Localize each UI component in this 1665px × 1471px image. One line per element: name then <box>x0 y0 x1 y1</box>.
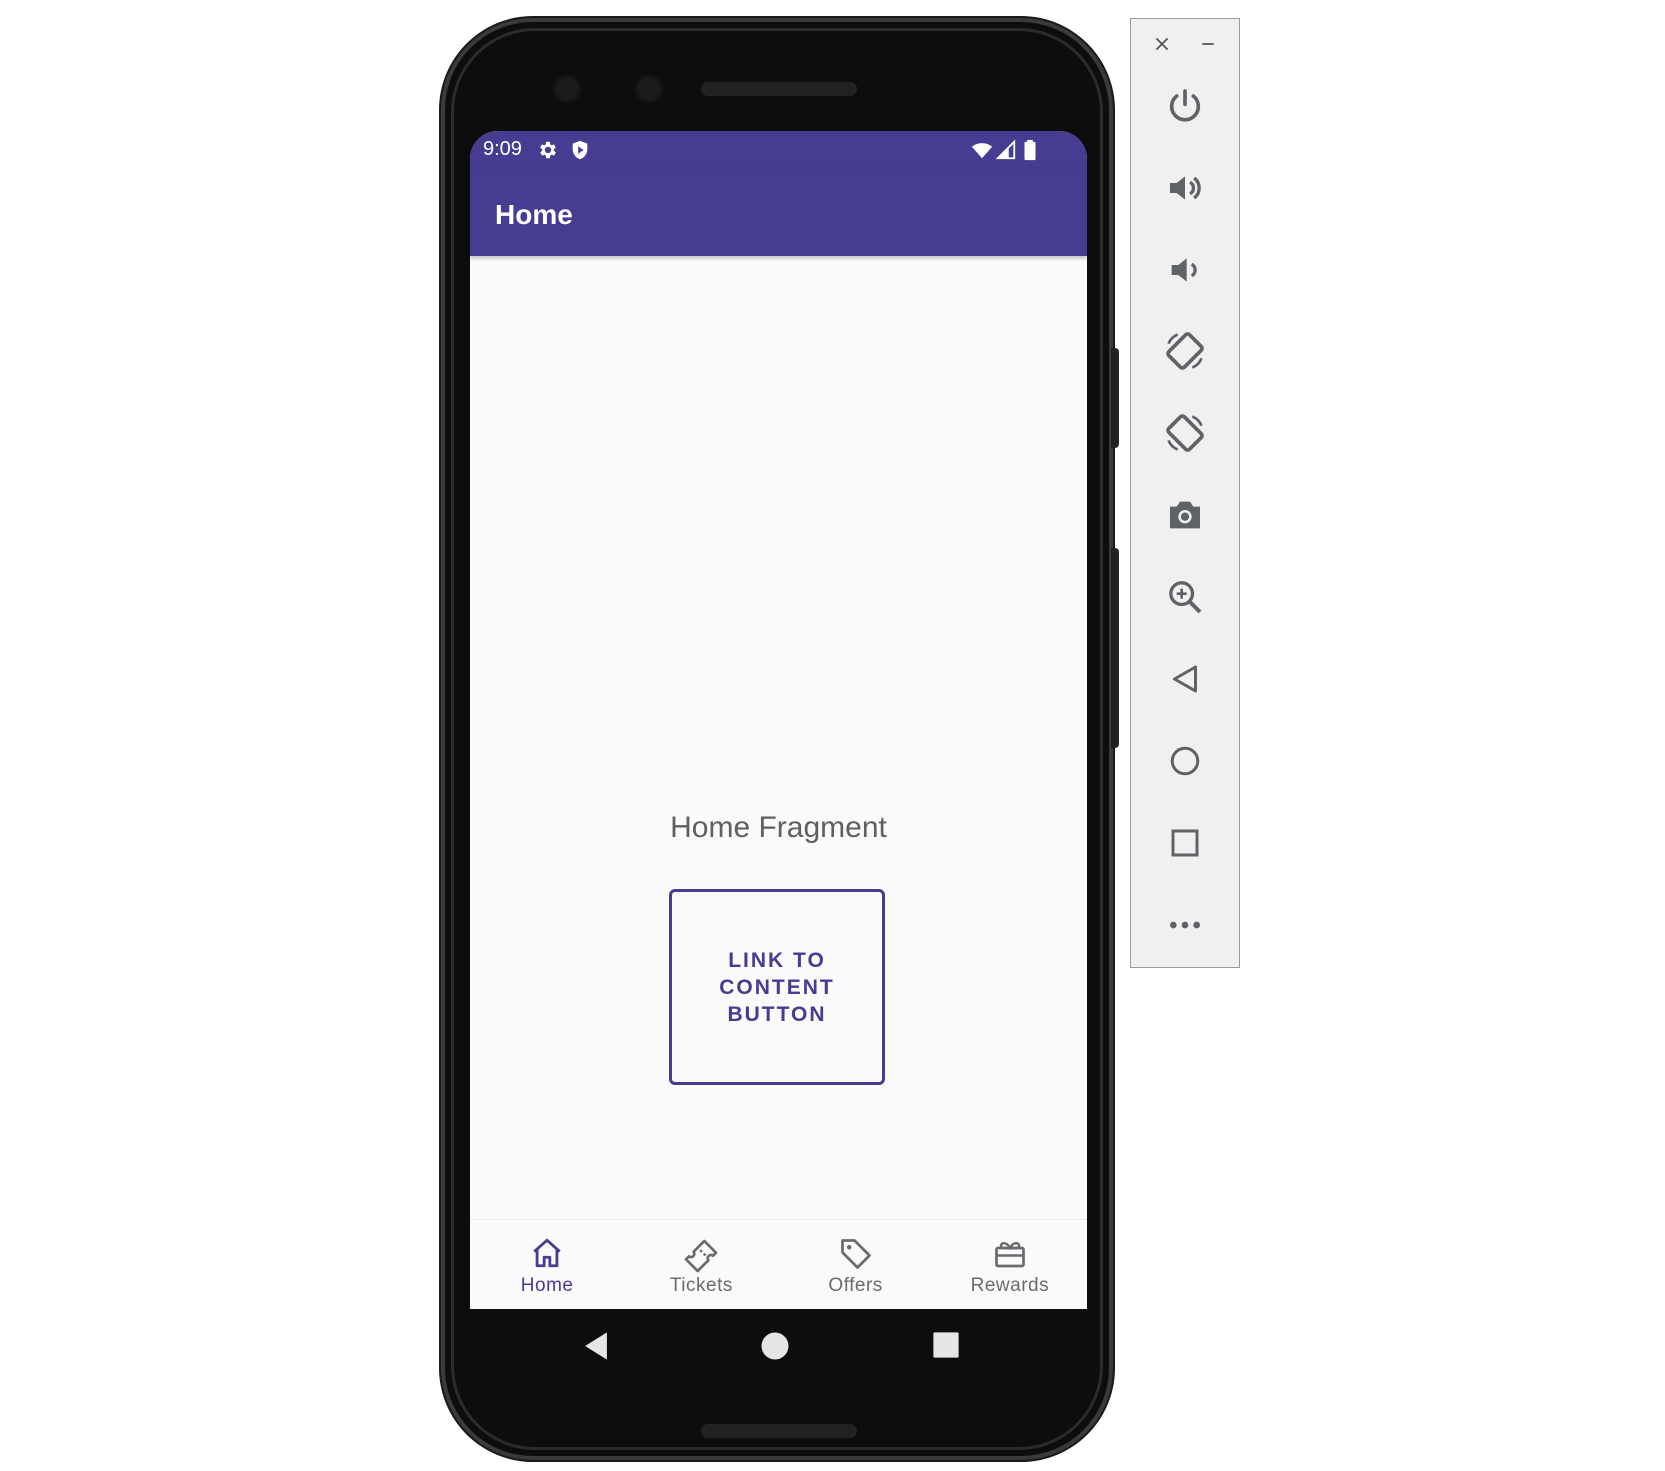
battery-icon <box>1024 139 1036 161</box>
home-button[interactable] <box>1161 737 1209 785</box>
status-bar: 9:09 <box>470 131 1087 169</box>
power-icon <box>1169 89 1201 122</box>
back-icon <box>1173 665 1197 693</box>
phone-frame: 9:09 Home Home Fragment LINK TO CONTENT … <box>441 18 1119 1460</box>
power-side-button[interactable] <box>1111 548 1119 748</box>
link-to-content-button-label: LINK TO CONTENT BUTTON <box>719 948 835 1026</box>
panel-window-controls <box>1131 31 1239 57</box>
close-icon[interactable] <box>1153 35 1171 53</box>
screenshot-button[interactable] <box>1161 491 1209 539</box>
bottom-speaker <box>701 1424 857 1438</box>
cell-signal-icon <box>995 139 1016 160</box>
home-icon <box>533 1238 561 1268</box>
overview-button[interactable] <box>1161 819 1209 867</box>
nav-item-tickets[interactable]: Tickets <box>624 1220 778 1309</box>
gift-icon <box>995 1242 1025 1268</box>
nav-item-rewards[interactable]: Rewards <box>933 1220 1087 1309</box>
zoom-icon <box>1169 581 1202 614</box>
ticket-icon <box>685 1239 718 1273</box>
camera-icon <box>1170 501 1200 529</box>
home-icon <box>1170 746 1200 776</box>
wifi-icon <box>971 143 993 159</box>
status-time: 9:09 <box>483 138 522 160</box>
phone-screen: 9:09 Home Home Fragment LINK TO CONTENT … <box>470 131 1087 1309</box>
rotate-left-icon <box>1166 332 1204 370</box>
app-bar: Home <box>470 169 1087 256</box>
rotate-right-icon <box>1166 414 1204 452</box>
volume-side-button[interactable] <box>1111 348 1119 448</box>
rotate-left-button[interactable] <box>1161 327 1209 375</box>
power-button[interactable] <box>1161 82 1209 130</box>
volume-down-button[interactable] <box>1161 246 1209 294</box>
front-sensor <box>634 74 664 104</box>
system-navigation-bar <box>470 1309 1087 1389</box>
nav-label-offers: Offers <box>828 1275 883 1296</box>
volume-down-icon <box>1171 258 1197 282</box>
more-icon <box>1170 921 1200 929</box>
emulator-control-panel <box>1130 18 1240 968</box>
more-button[interactable] <box>1161 901 1209 949</box>
nav-label-rewards: Rewards <box>970 1275 1050 1296</box>
app-bar-title: Home <box>495 199 573 230</box>
tag-icon <box>840 1239 871 1269</box>
recents-square-icon[interactable] <box>932 1331 960 1359</box>
bottom-navigation: Home Tickets Offers Rewards <box>470 1219 1087 1309</box>
nav-item-offers[interactable]: Offers <box>779 1220 933 1309</box>
volume-up-icon <box>1170 176 1201 200</box>
nav-label-tickets: Tickets <box>669 1275 733 1296</box>
rotate-right-button[interactable] <box>1161 409 1209 457</box>
overview-icon <box>1171 829 1199 857</box>
fragment-title: Home Fragment <box>670 811 887 844</box>
volume-up-button[interactable] <box>1161 164 1209 212</box>
nav-label-home: Home <box>520 1275 574 1296</box>
shield-play-icon <box>572 140 588 160</box>
nav-item-home[interactable]: Home <box>470 1220 624 1309</box>
link-to-content-button[interactable]: LINK TO CONTENT BUTTON <box>669 889 885 1085</box>
home-circle-icon[interactable] <box>760 1331 790 1361</box>
back-button[interactable] <box>1161 655 1209 703</box>
back-icon[interactable] <box>582 1331 610 1361</box>
zoom-button[interactable] <box>1161 573 1209 621</box>
front-camera <box>552 74 582 104</box>
settings-gear-icon <box>540 141 556 159</box>
earpiece-speaker <box>701 82 857 96</box>
minimize-icon[interactable] <box>1199 35 1217 53</box>
